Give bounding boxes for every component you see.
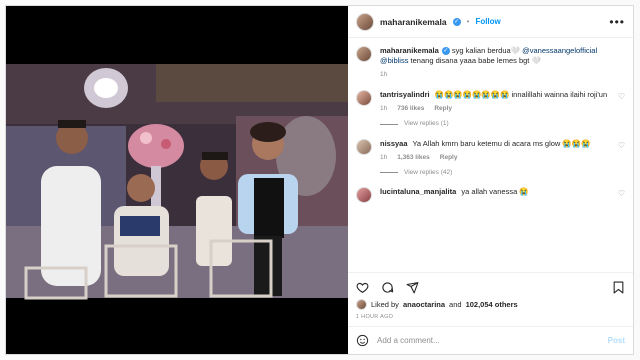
comment-like-heart-icon[interactable]: ♡	[618, 189, 625, 198]
add-comment-bar: Post	[348, 326, 633, 354]
reply-button[interactable]: Reply	[440, 154, 458, 163]
emoji-icon[interactable]	[356, 334, 369, 347]
liker-avatar[interactable]	[356, 298, 367, 310]
comment-icon[interactable]	[381, 281, 394, 294]
comment-item: tantrisyalindri 😭😭😭😭😭😭😭😭 innalillahi wai…	[356, 90, 625, 129]
commenter-avatar[interactable]	[356, 138, 372, 155]
caption-text-a: syg kalian berdua🤍	[451, 46, 523, 55]
comment-like-heart-icon[interactable]: ♡	[618, 92, 625, 101]
comment-likes[interactable]: 1,363 likes	[397, 154, 430, 163]
bookmark-icon[interactable]	[612, 281, 625, 294]
caption-username[interactable]: maharanikemala	[380, 46, 439, 55]
post-actions	[348, 272, 633, 296]
comment-text: ya allah vanessa 😭	[461, 187, 529, 197]
comment-item: nissyaa Ya Allah kmrn baru ketemu di aca…	[356, 138, 625, 178]
comment-username[interactable]: tantrisyalindri	[380, 90, 430, 99]
instagram-post-window: maharanikemala ✓ • Follow ••• maharanike…	[5, 5, 634, 355]
author-username[interactable]: maharanikemala	[380, 17, 447, 27]
author-avatar[interactable]	[356, 12, 374, 31]
post-timestamp: 1 HOUR AGO	[356, 314, 394, 320]
comments-list[interactable]: maharanikemala ✓ syg kalian berdua🤍 @vane…	[348, 38, 633, 272]
comment-username[interactable]: nissyaa	[380, 139, 408, 148]
liker-username[interactable]: anaoctarina	[403, 300, 445, 309]
caption-time: 1h	[380, 71, 388, 79]
share-icon[interactable]	[406, 281, 419, 294]
post-comment-button[interactable]: Post	[608, 336, 625, 345]
header-separator: •	[466, 17, 470, 26]
comment-like-heart-icon[interactable]: ♡	[618, 141, 625, 150]
comment-input[interactable]	[377, 336, 600, 345]
commenter-avatar[interactable]	[356, 90, 372, 107]
mention-link[interactable]: @bibliss	[380, 56, 408, 65]
verified-badge-icon: ✓	[452, 17, 461, 26]
mention-link[interactable]: @vanessaangelofficial	[522, 46, 597, 55]
comment-time: 1h	[380, 105, 388, 113]
comment-text: 😭😭😭😭😭😭😭😭 innalillahi wainna ilaihi roji'…	[434, 90, 608, 100]
post-side-panel: maharanikemala ✓ • Follow ••• maharanike…	[348, 6, 633, 354]
view-replies-label: View replies (42)	[404, 168, 453, 176]
comment-item: lucintaluna_manjalita ya allah vanessa 😭…	[356, 187, 625, 204]
comment-text: Ya Allah kmrn baru ketemu di acara ms gl…	[412, 138, 591, 148]
post-photo[interactable]	[6, 6, 348, 354]
caption-avatar[interactable]	[356, 46, 372, 62]
party-photo-illustration	[6, 6, 348, 354]
follow-button[interactable]: Follow	[475, 17, 500, 26]
likes-summary: Liked by anaoctarina and 102,054 others	[348, 296, 633, 312]
likes-prefix: Liked by	[371, 299, 399, 309]
likes-joiner: and	[449, 299, 462, 309]
reply-button[interactable]: Reply	[434, 105, 452, 114]
verified-badge-icon: ✓	[441, 47, 450, 56]
comment-time: 1h	[380, 153, 388, 161]
view-replies-label: View replies (1)	[404, 119, 449, 127]
comment-likes[interactable]: 736 likes	[397, 105, 424, 114]
heart-icon[interactable]	[356, 281, 369, 294]
comment-username[interactable]: lucintaluna_manjalita	[380, 187, 456, 196]
commenter-avatar[interactable]	[356, 187, 372, 204]
more-options-icon[interactable]: •••	[609, 15, 625, 29]
caption-text-b: tenang disana yaaa babe lemes bgt 🤍	[408, 56, 541, 66]
view-replies-button[interactable]: View replies (1)	[380, 120, 625, 129]
likes-count[interactable]: 102,054 others	[466, 300, 518, 309]
view-replies-button[interactable]: View replies (42)	[380, 169, 625, 178]
post-header: maharanikemala ✓ • Follow •••	[348, 6, 633, 38]
caption: maharanikemala ✓ syg kalian berdua🤍 @vane…	[356, 46, 625, 80]
